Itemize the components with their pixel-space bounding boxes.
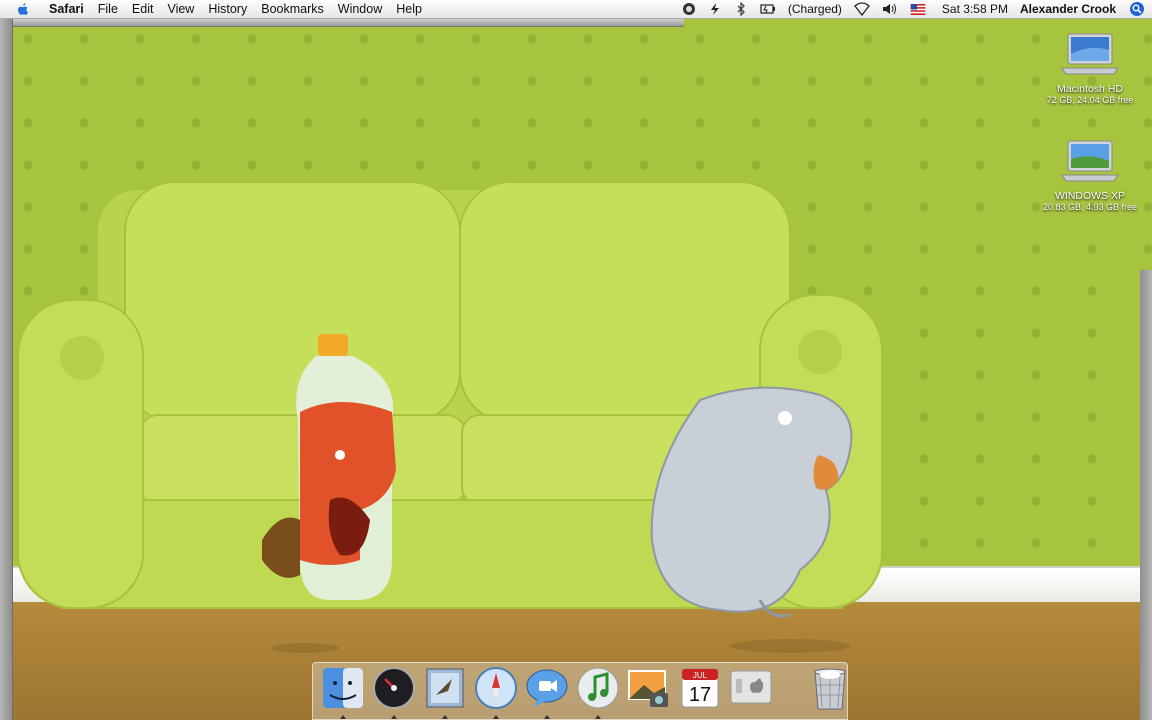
dock-finder[interactable] xyxy=(320,665,366,719)
app-menu-safari[interactable]: Safari xyxy=(42,0,91,18)
menu-clock[interactable]: Sat 3:58 PM xyxy=(936,0,1014,18)
dock-ical[interactable]: JUL 17 xyxy=(677,665,723,715)
running-indicator xyxy=(339,715,346,719)
battery-icon[interactable] xyxy=(760,2,776,16)
desktop-icon-label: WINDOWS XP xyxy=(1055,190,1125,202)
menu-help[interactable]: Help xyxy=(389,0,429,18)
ical-month: JUL xyxy=(692,671,707,680)
desktop-icon-windows-xp[interactable]: WINDOWS XP 20.83 GB, 4.93 GB free xyxy=(1035,137,1145,213)
dock-dashboard[interactable] xyxy=(371,665,417,719)
volume-icon[interactable] xyxy=(882,2,898,16)
safari-icon xyxy=(474,667,517,709)
desktop-icon-macintosh-hd[interactable]: Macintosh HD 72 GB, 24.04 GB free xyxy=(1035,30,1145,106)
dock-ichat[interactable] xyxy=(524,665,570,719)
running-indicator xyxy=(390,715,397,719)
laptop-drive-icon xyxy=(1061,33,1119,75)
dashboard-icon xyxy=(372,667,415,709)
iphoto-icon xyxy=(627,670,668,707)
desktop-icon-info: 20.83 GB, 4.93 GB free xyxy=(1042,202,1138,212)
window-titlebar-edge[interactable] xyxy=(0,18,684,27)
itunes-icon xyxy=(577,667,618,709)
windows-drive-icon xyxy=(1061,140,1119,182)
us-flag-input-icon[interactable] xyxy=(910,3,926,15)
menu-history[interactable]: History xyxy=(201,0,254,18)
dock-itunes[interactable] xyxy=(575,665,621,719)
spotlight-icon[interactable] xyxy=(1130,2,1144,16)
ical-day: 17 xyxy=(688,684,710,706)
dock-system-preferences[interactable] xyxy=(728,665,774,715)
menu-edit[interactable]: Edit xyxy=(125,0,161,18)
ical-icon: JUL 17 xyxy=(681,668,718,708)
dock-safari[interactable] xyxy=(473,665,519,719)
menu-window[interactable]: Window xyxy=(331,0,389,18)
menu-view[interactable]: View xyxy=(160,0,201,18)
menu-file[interactable]: File xyxy=(91,0,125,18)
window-left-edge[interactable] xyxy=(0,18,13,720)
bluetooth-icon[interactable] xyxy=(734,2,748,16)
system-preferences-icon xyxy=(730,670,771,704)
battery-status-text[interactable]: (Charged) xyxy=(782,0,848,18)
running-indicator xyxy=(543,715,550,719)
running-indicator xyxy=(492,715,499,719)
trash-icon xyxy=(813,668,846,710)
user-name[interactable]: Alexander Crook xyxy=(1014,0,1122,18)
desktop-icon-label: Macintosh HD xyxy=(1057,83,1123,95)
wallpaper-illustration xyxy=(17,181,883,653)
dock-trash[interactable] xyxy=(807,665,853,715)
dock-iphoto[interactable] xyxy=(626,665,672,715)
desktop-icon-info: 72 GB, 24.04 GB free xyxy=(1046,95,1134,105)
script-menu-icon[interactable] xyxy=(708,2,722,16)
dock: JUL 17 xyxy=(312,662,848,720)
dock-mail[interactable] xyxy=(422,665,468,719)
mail-icon xyxy=(426,668,463,708)
window-right-edge[interactable] xyxy=(1140,270,1152,720)
spotlight-helper-icon[interactable] xyxy=(682,2,696,16)
menu-bookmarks[interactable]: Bookmarks xyxy=(254,0,331,18)
finder-icon xyxy=(322,668,363,708)
running-indicator xyxy=(441,715,448,719)
airport-wifi-icon[interactable] xyxy=(854,2,870,16)
ichat-icon xyxy=(526,669,567,707)
running-indicator xyxy=(594,715,601,719)
apple-menu-icon[interactable] xyxy=(16,2,30,16)
menu-bar: Safari File Edit View History Bookmarks … xyxy=(0,0,1152,19)
